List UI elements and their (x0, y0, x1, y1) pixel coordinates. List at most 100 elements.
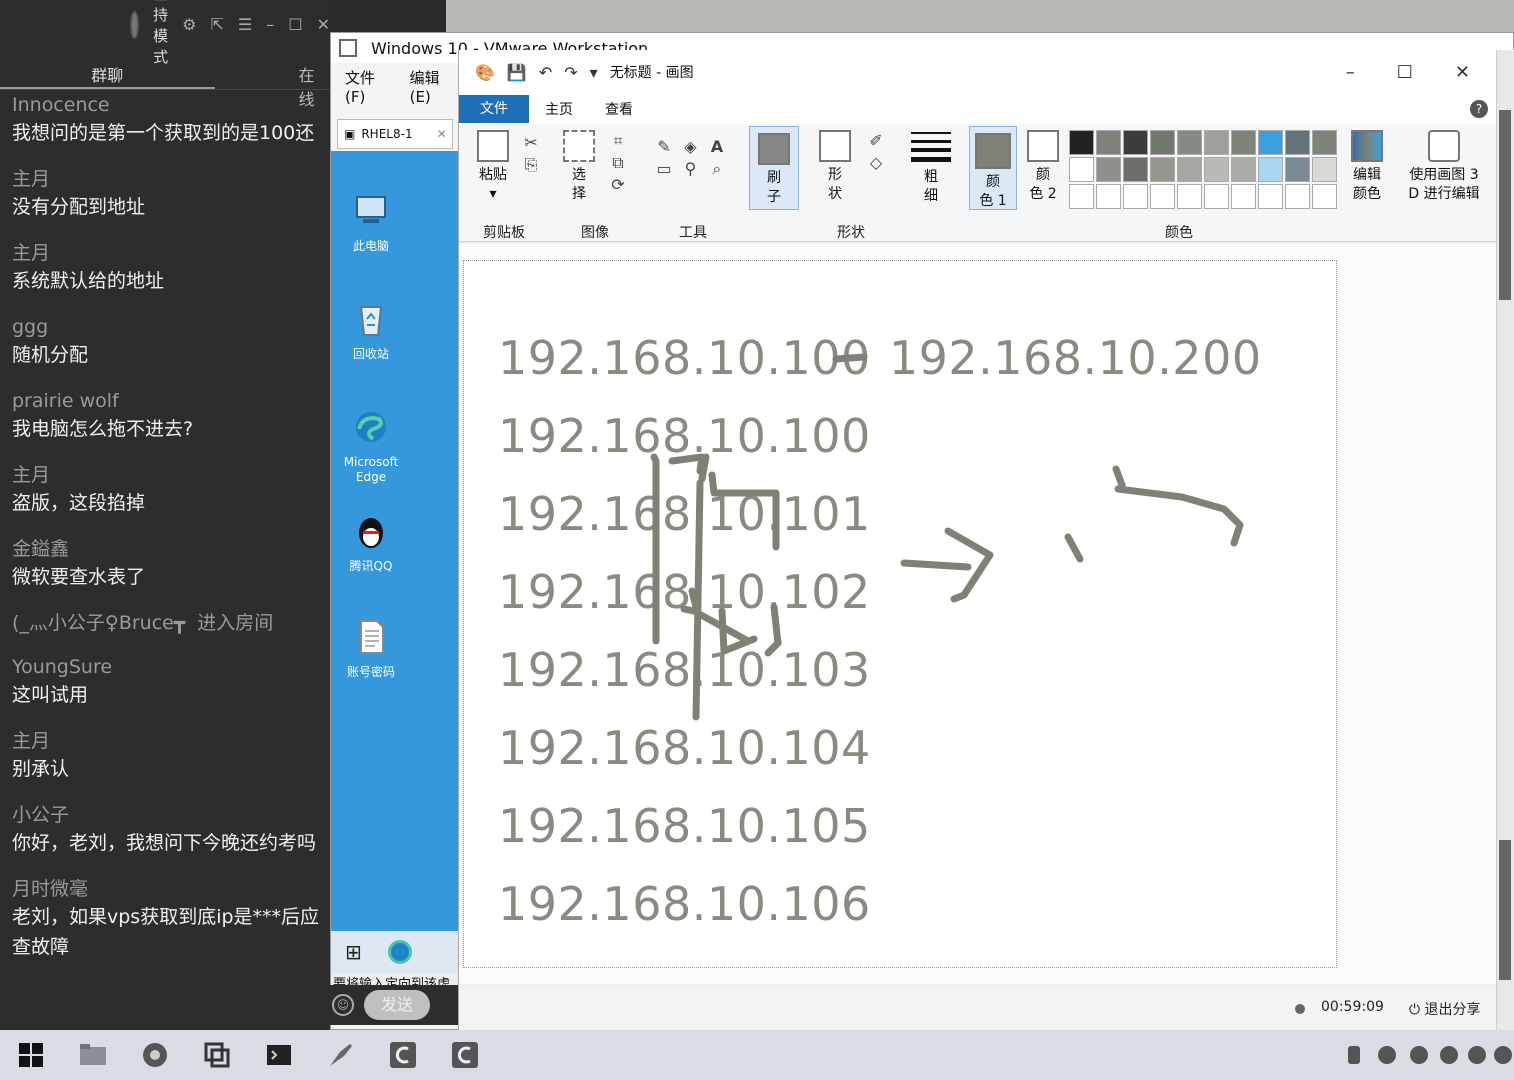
app-c2-icon[interactable] (450, 1040, 480, 1070)
tab-online[interactable]: 在线 (215, 50, 331, 109)
magnifier-icon[interactable]: ⌕ (706, 158, 728, 180)
color-swatch[interactable] (1150, 157, 1175, 182)
desktop-icon-this-pc[interactable]: 此电脑 (343, 191, 399, 254)
tray-app-icon[interactable] (1378, 1046, 1396, 1064)
fill-icon[interactable]: ◈ (679, 136, 701, 158)
paint-taskbar-icon[interactable] (326, 1040, 356, 1070)
menu-edit[interactable]: 编辑(E) (410, 67, 459, 106)
color-swatch[interactable] (1285, 157, 1310, 182)
tab-group-chat[interactable]: 群聊 (0, 50, 215, 89)
maximize-icon[interactable]: ☐ (288, 16, 302, 34)
color-swatch[interactable] (1231, 157, 1256, 182)
color-swatch[interactable] (1258, 184, 1283, 209)
minimize-icon[interactable]: – (266, 16, 274, 34)
color-swatch[interactable] (1150, 130, 1175, 155)
outline-icon[interactable]: ✐ (865, 130, 887, 152)
color-swatch[interactable] (1177, 130, 1202, 155)
quick-access-dropdown-icon[interactable]: ▾ (590, 63, 598, 82)
desktop-icon-qq[interactable]: 腾讯QQ (343, 511, 399, 574)
windows-start-icon[interactable]: ⊞ (345, 940, 362, 964)
desktop-icon-accounts[interactable]: 账号密码 (343, 617, 399, 680)
color-swatch[interactable] (1312, 184, 1337, 209)
tab-home[interactable]: 主页 (529, 99, 589, 119)
avatar[interactable] (130, 11, 140, 39)
color-swatch[interactable] (1069, 130, 1094, 155)
color1-button[interactable]: 颜 色 1 (969, 126, 1017, 210)
copy-icon[interactable]: ⎘ (520, 154, 542, 176)
help-icon[interactable]: ? (1470, 100, 1488, 118)
undo-icon[interactable]: ↶ (539, 63, 552, 82)
size-button[interactable]: 粗 细 (909, 124, 953, 206)
color-swatch[interactable] (1096, 157, 1121, 182)
save-icon[interactable]: 💾 (507, 63, 527, 82)
app-c-icon[interactable] (388, 1040, 418, 1070)
paste-button[interactable]: 粘贴 ▾ (473, 124, 513, 204)
qq-tray-icon[interactable] (1440, 1046, 1458, 1064)
text-tool-icon[interactable]: A (706, 136, 728, 158)
color-swatch[interactable] (1204, 157, 1229, 182)
color-swatch[interactable] (1177, 184, 1202, 209)
brush-button[interactable]: 刷 子 (749, 126, 799, 210)
close-icon[interactable]: ✕ (1455, 62, 1470, 83)
file-explorer-icon[interactable] (78, 1040, 108, 1070)
color-swatch[interactable] (1231, 184, 1256, 209)
color-swatch[interactable] (1231, 130, 1256, 155)
tab-view[interactable]: 查看 (589, 99, 649, 119)
terminal-icon[interactable] (264, 1040, 294, 1070)
tab-file[interactable]: 文件 (459, 95, 529, 123)
send-button[interactable]: 发送 (364, 990, 430, 1020)
color-swatch[interactable] (1123, 184, 1148, 209)
fill-shape-icon[interactable]: ◇ (865, 152, 887, 174)
scroll-thumb[interactable] (1499, 840, 1511, 980)
minimize-icon[interactable]: – (1346, 62, 1355, 83)
color-swatch[interactable] (1150, 184, 1175, 209)
scrollbar[interactable] (1496, 50, 1514, 1030)
color-swatch[interactable] (1069, 184, 1094, 209)
color-swatch[interactable] (1312, 157, 1337, 182)
edge-taskbar-icon[interactable] (387, 940, 412, 964)
scroll-thumb[interactable] (1499, 110, 1511, 300)
color-swatch[interactable] (1204, 184, 1229, 209)
drawing-canvas[interactable]: 192.168.10.100 192.168.10.200 192.168.10.… (463, 260, 1337, 968)
color-swatch[interactable] (1258, 130, 1283, 155)
edit-colors-button[interactable]: 编辑 颜色 (1345, 124, 1389, 204)
emoji-icon[interactable]: ☺ (332, 994, 354, 1016)
close-tab-icon[interactable]: ✕ (437, 127, 447, 141)
menu-icon[interactable]: ☰ (238, 16, 252, 34)
qq-tray-icon[interactable] (1494, 1046, 1512, 1064)
color-swatch[interactable] (1258, 157, 1283, 182)
browser-icon[interactable] (140, 1040, 170, 1070)
color-swatch[interactable] (1285, 130, 1310, 155)
color2-button[interactable]: 颜 色 2 (1023, 124, 1063, 204)
rotate-icon[interactable]: ⟳ (607, 174, 629, 196)
color-swatch[interactable] (1096, 184, 1121, 209)
paint3d-button[interactable]: 使用画图 3 D 进行编辑 (1403, 124, 1485, 204)
shapes-button[interactable]: 形 状 (815, 124, 855, 204)
select-button[interactable]: 选 择 (559, 124, 599, 204)
microphone-icon[interactable] (1348, 1046, 1360, 1064)
close-icon[interactable]: ✕ (317, 16, 330, 34)
resize-icon[interactable]: ⧉ (607, 152, 629, 174)
maximize-icon[interactable]: ☐ (1397, 62, 1413, 83)
menu-file[interactable]: 文件(F) (345, 67, 394, 106)
color-swatch[interactable] (1123, 130, 1148, 155)
popout-icon[interactable]: ⇱ (211, 16, 224, 34)
color-swatch[interactable] (1069, 157, 1094, 182)
color-swatch[interactable] (1285, 184, 1310, 209)
vmware-taskbar-icon[interactable] (202, 1040, 232, 1070)
exit-share-button[interactable]: ⏻ 退出分享 (1409, 999, 1481, 1019)
vm-tab[interactable]: ▣ RHEL8-1 ✕ (337, 119, 453, 149)
redo-icon[interactable]: ↷ (564, 63, 577, 82)
color-swatch[interactable] (1123, 157, 1148, 182)
desktop-icon-edge[interactable]: Microsoft Edge (343, 407, 399, 485)
qq-tray-icon[interactable] (1468, 1046, 1486, 1064)
settings-icon[interactable]: ⚙ (182, 16, 196, 34)
cut-icon[interactable]: ✂ (520, 132, 542, 154)
crop-icon[interactable]: ⌗ (607, 130, 629, 152)
color-swatch[interactable] (1177, 157, 1202, 182)
desktop-icon-recycle-bin[interactable]: 回收站 (343, 299, 399, 362)
color-swatch[interactable] (1096, 130, 1121, 155)
tray-app-icon[interactable] (1410, 1046, 1428, 1064)
color-swatch[interactable] (1312, 130, 1337, 155)
windows-start-icon[interactable] (16, 1040, 46, 1070)
